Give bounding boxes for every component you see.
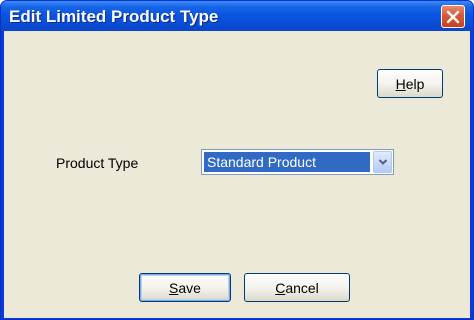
dialog-title: Edit Limited Product Type: [9, 7, 219, 26]
cancel-label: ancel: [285, 279, 319, 296]
title-bar[interactable]: Edit Limited Product Type: [1, 1, 473, 31]
help-mnemonic: H: [395, 75, 406, 92]
product-type-label: Product Type: [56, 155, 139, 171]
product-type-selected-value: Standard Product: [204, 152, 370, 172]
dropdown-button[interactable]: [373, 151, 392, 173]
product-type-select[interactable]: Standard Product: [201, 149, 394, 175]
cancel-button[interactable]: Cancel: [244, 273, 350, 302]
close-button[interactable]: [441, 5, 465, 28]
save-button[interactable]: Save: [139, 273, 231, 302]
cancel-mnemonic: C: [275, 279, 286, 296]
chevron-down-icon: [378, 159, 387, 165]
dialog-body: Help Product Type Standard Product Save …: [4, 31, 470, 318]
help-button[interactable]: Help: [377, 69, 443, 98]
save-label: ave: [178, 279, 201, 296]
save-mnemonic: S: [169, 279, 179, 296]
dialog-window: Edit Limited Product Type Help Product T…: [0, 0, 474, 320]
close-icon: [446, 10, 460, 23]
help-label: elp: [405, 75, 425, 92]
